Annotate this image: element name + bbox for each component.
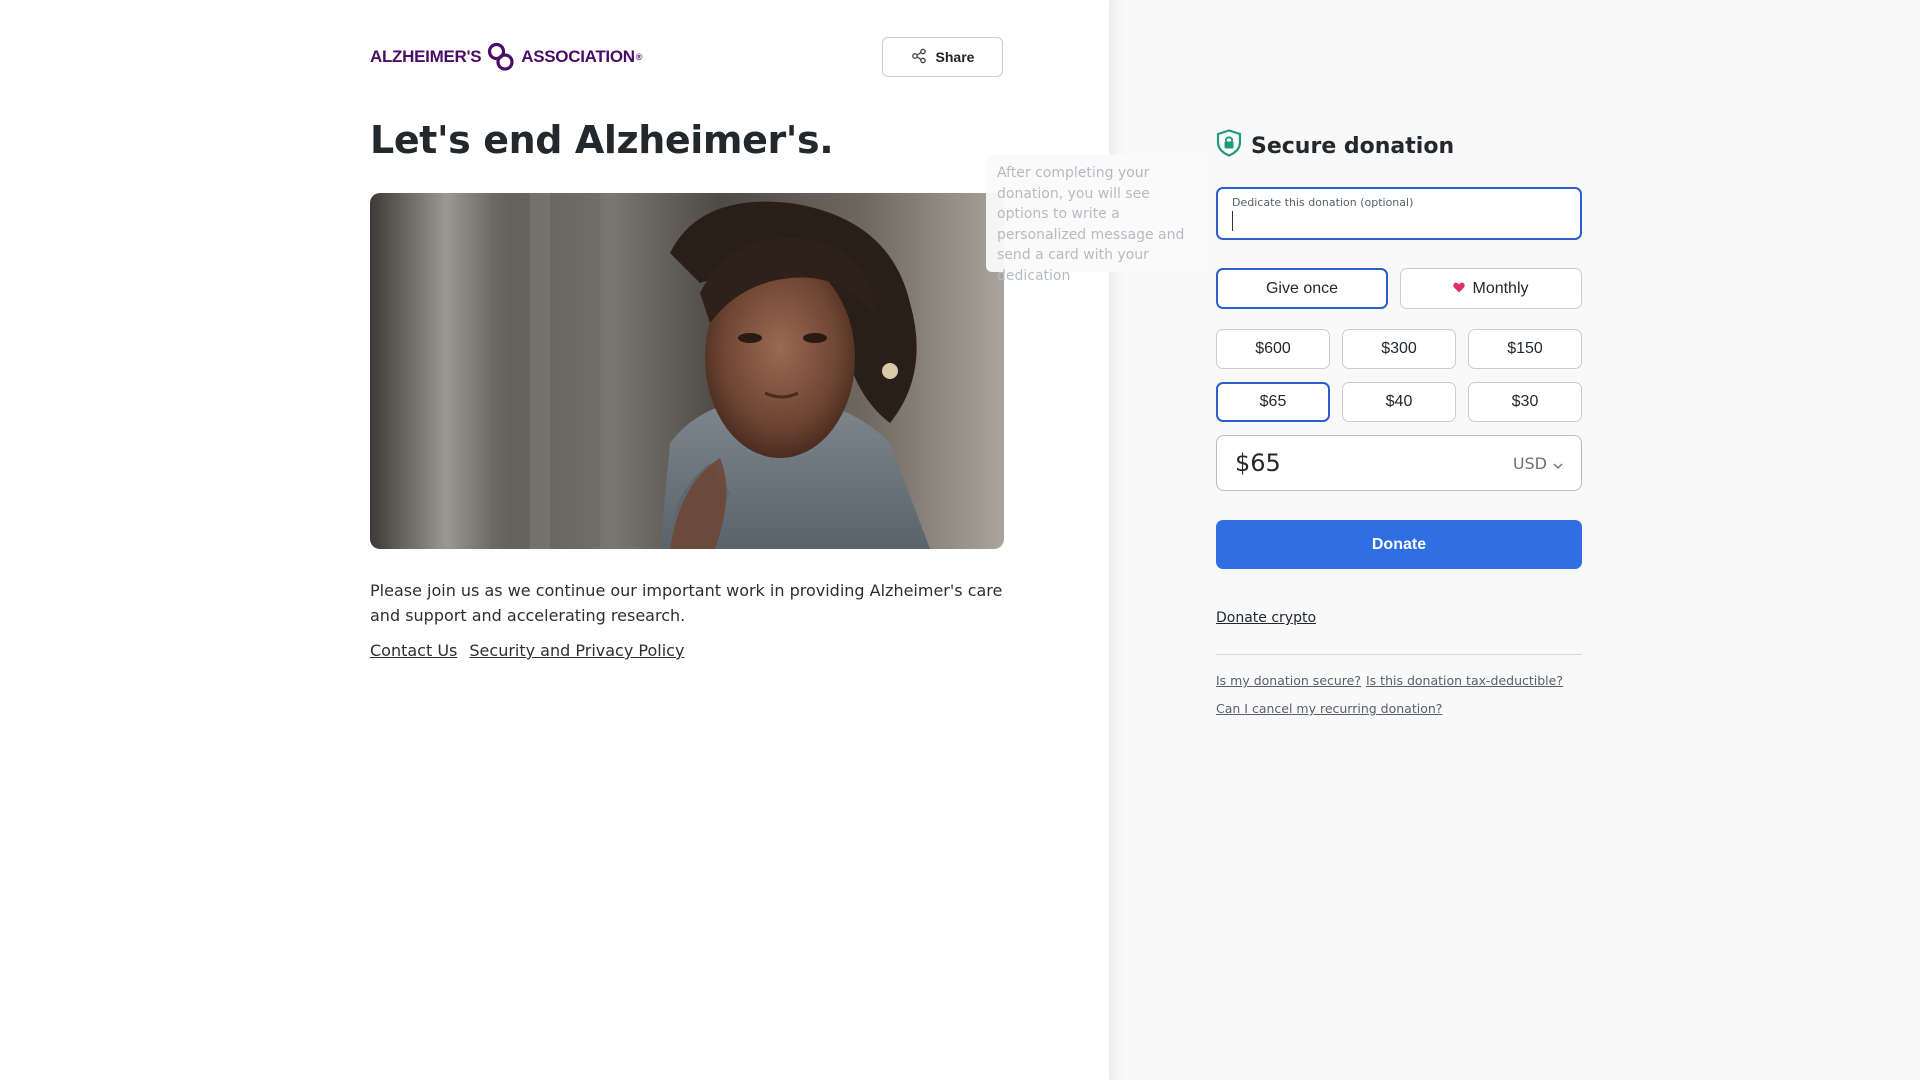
currency-label: USD <box>1512 453 1547 473</box>
faq-link-secure[interactable]: Is my donation secure? <box>1216 673 1361 688</box>
give-once-toggle[interactable]: Give once <box>1216 268 1388 309</box>
amount-button-150[interactable]: $150 <box>1468 329 1582 369</box>
logo-mark-icon <box>486 42 516 72</box>
amount-button-65[interactable]: $65 <box>1216 382 1330 422</box>
left-panel: ALZHEIMER'S ASSOCIATION ® Share Let's en… <box>0 0 1109 1080</box>
monthly-toggle[interactable]: Monthly <box>1400 268 1582 309</box>
amount-button-40[interactable]: $40 <box>1342 382 1456 422</box>
logo-registered-mark: ® <box>635 52 643 62</box>
share-icon <box>911 48 927 67</box>
alzheimers-association-logo[interactable]: ALZHEIMER'S ASSOCIATION ® <box>370 42 642 72</box>
donate-crypto-link[interactable]: Donate crypto <box>1216 610 1316 626</box>
chevron-down-icon <box>1553 454 1563 473</box>
give-once-label: Give once <box>1265 279 1339 297</box>
custom-amount-field[interactable]: $65 USD <box>1216 435 1582 491</box>
secure-donation-heading: Secure donation <box>1216 129 1454 163</box>
dedication-field[interactable]: Dedicate this donation (optional) <box>1216 187 1582 240</box>
monthly-label: Monthly <box>1472 279 1529 297</box>
amount-button-30[interactable]: $30 <box>1468 382 1582 422</box>
share-button[interactable]: Share <box>882 37 1003 77</box>
secure-donation-title: Secure donation <box>1251 133 1455 159</box>
amount-button-300[interactable]: $300 <box>1342 329 1456 369</box>
hero-photo <box>370 193 1004 549</box>
divider <box>1216 654 1582 655</box>
currency-select[interactable]: USD <box>1513 454 1563 473</box>
intro-paragraph: Please join us as we continue our import… <box>370 581 1003 625</box>
logo-text-left: ALZHEIMER'S <box>370 47 482 66</box>
shield-lock-icon <box>1216 129 1242 163</box>
dedication-tooltip: After completing your donation, you will… <box>986 155 1208 284</box>
donate-button[interactable]: Donate <box>1216 520 1582 569</box>
contact-us-link[interactable]: Contact Us <box>370 641 457 660</box>
security-privacy-link[interactable]: Security and Privacy Policy <box>469 641 684 660</box>
amount-value[interactable]: $65 <box>1235 449 1281 477</box>
heart-icon <box>1453 280 1466 298</box>
footer-links: Contact Us Security and Privacy Policy <box>370 641 684 660</box>
share-label: Share <box>935 49 975 65</box>
page-title: Let's end Alzheimer's. <box>370 118 834 162</box>
dedication-input[interactable] <box>1232 211 1566 231</box>
dedication-field-label: Dedicate this donation (optional) <box>1232 196 1414 209</box>
amount-button-600[interactable]: $600 <box>1216 329 1330 369</box>
logo-text-right: ASSOCIATION <box>521 47 635 66</box>
faq-link-cancel-recurring[interactable]: Can I cancel my recurring donation? <box>1216 701 1442 716</box>
faq-link-tax-deductible[interactable]: Is this donation tax-deductible? <box>1366 673 1563 688</box>
